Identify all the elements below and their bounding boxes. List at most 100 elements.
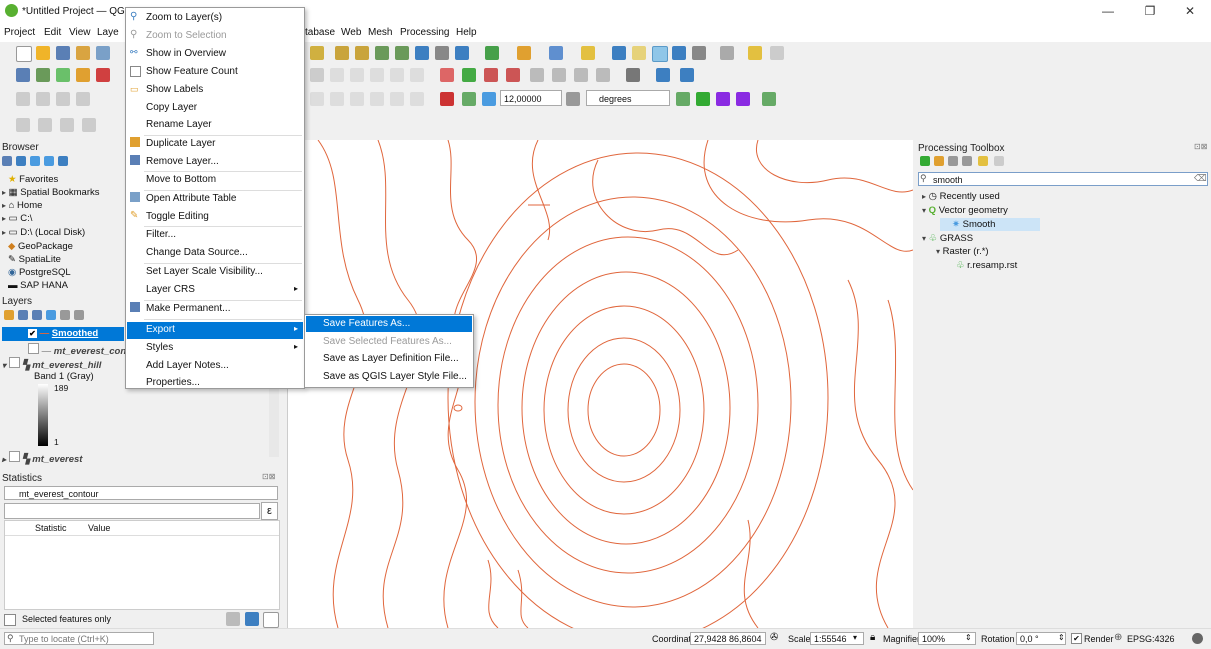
shape-tool-icon-6[interactable] xyxy=(410,92,424,106)
save-project-icon[interactable] xyxy=(56,46,70,60)
attribute-table-icon[interactable] xyxy=(581,46,595,60)
clear-search-icon[interactable]: ⌫ xyxy=(1194,173,1207,184)
identify-icon[interactable] xyxy=(612,46,626,60)
style-manager-icon[interactable] xyxy=(4,310,14,320)
tree-vector-geometry[interactable]: ▾ Q Vector geometry xyxy=(922,205,1008,216)
tracing-icon[interactable] xyxy=(676,92,690,106)
plugin-icon-2[interactable] xyxy=(680,68,694,82)
filter-browser-icon[interactable] xyxy=(30,156,40,166)
shape-tool-icon-1[interactable] xyxy=(310,92,324,106)
selected-only-checkbox[interactable] xyxy=(4,614,16,626)
layer-mt-everest[interactable]: ▸ ▚ mt_everest xyxy=(2,451,82,465)
refresh-icon[interactable] xyxy=(455,46,469,60)
offset-icon[interactable] xyxy=(762,92,776,106)
maximize-button[interactable]: ❐ xyxy=(1136,4,1164,20)
browser-item-spatialite[interactable]: ✎ SpatiaLite xyxy=(8,254,61,265)
menu-layer[interactable]: Laye xyxy=(97,27,119,38)
menu-show-in-overview[interactable]: Show in Overview xyxy=(146,48,226,59)
statistics-icon[interactable] xyxy=(672,46,686,60)
menu-layer-crs[interactable]: Layer CRS xyxy=(146,284,195,295)
layout-manager-icon[interactable] xyxy=(96,46,110,60)
menu-remove-layer[interactable]: Remove Layer... xyxy=(146,156,219,167)
browser-item-c-drive[interactable]: ▸ ▭ C:\ xyxy=(2,213,32,224)
zoom-last-icon[interactable] xyxy=(415,46,429,60)
new-print-layout-icon[interactable] xyxy=(76,46,90,60)
menu-copy-layer[interactable]: Copy Layer xyxy=(146,102,197,113)
checkbox-unchecked-icon[interactable] xyxy=(8,451,20,462)
advanced-digitize-icon-2[interactable] xyxy=(36,92,50,106)
select-features-icon[interactable] xyxy=(485,46,499,60)
layer-smoothed[interactable]: ✔ — Smoothed xyxy=(28,328,98,339)
results-viewer-icon[interactable] xyxy=(962,156,972,166)
label-tool-4-icon[interactable] xyxy=(506,68,520,82)
label-tool-3-icon[interactable] xyxy=(484,68,498,82)
locate-search-input[interactable]: Type to locate (Ctrl+K) xyxy=(4,632,154,645)
more-options-icon[interactable] xyxy=(263,612,279,628)
shape-tool-icon-3[interactable] xyxy=(350,92,364,106)
menu-mesh[interactable]: Mesh xyxy=(368,27,392,38)
checkbox-unchecked-icon[interactable] xyxy=(8,357,20,368)
angle-unit-select[interactable]: degrees xyxy=(586,90,670,106)
clear-angle-icon[interactable] xyxy=(566,92,580,106)
refresh-statistics-icon[interactable] xyxy=(245,612,259,626)
label-tool-6-icon[interactable] xyxy=(552,68,566,82)
add-group-icon[interactable] xyxy=(18,310,28,320)
zoom-to-layer-icon[interactable] xyxy=(395,46,409,60)
tree-grass[interactable]: ▾ ♧ GRASS xyxy=(922,233,973,244)
menu-make-permanent[interactable]: Make Permanent... xyxy=(146,303,230,314)
panel-close-icon[interactable]: ⊡⊠ xyxy=(1194,142,1207,151)
new-project-icon[interactable] xyxy=(16,46,32,62)
digitize-icon-4[interactable] xyxy=(370,68,384,82)
menu-zoom-to-selection[interactable]: Zoom to Selection xyxy=(146,30,227,41)
lock-icon[interactable]: 🔒︎ xyxy=(870,632,875,643)
data-source-manager-icon[interactable] xyxy=(16,68,30,82)
attributes-icon[interactable] xyxy=(692,46,706,60)
text-annotation-icon[interactable] xyxy=(770,46,784,60)
tree-r-resamp-rst[interactable]: ♧ r.resamp.rst xyxy=(956,260,1017,271)
checkbox-unchecked-icon[interactable] xyxy=(130,66,141,77)
history-icon[interactable] xyxy=(948,156,958,166)
label-tool-1-icon[interactable] xyxy=(440,68,454,82)
tree-raster[interactable]: ▾ Raster (r.*) xyxy=(936,246,989,257)
copy-statistics-icon[interactable] xyxy=(226,612,240,626)
digitize-icon-3[interactable] xyxy=(350,68,364,82)
label-tool-2-icon[interactable] xyxy=(462,68,476,82)
collapse-all-layers-icon[interactable] xyxy=(74,310,84,320)
add-selected-icon[interactable] xyxy=(2,156,12,166)
menu-add-layer-notes[interactable]: Add Layer Notes... xyxy=(146,360,229,371)
filter-legend-icon[interactable] xyxy=(46,310,56,320)
angle-input[interactable]: 12,00000 xyxy=(500,90,562,106)
measure-icon[interactable] xyxy=(720,46,734,60)
expand-all-icon[interactable] xyxy=(60,310,70,320)
menu-properties[interactable]: Properties... xyxy=(146,377,200,388)
advanced-digitize-icon-3[interactable] xyxy=(56,92,70,106)
open-project-icon[interactable] xyxy=(36,46,50,60)
processing-search-input[interactable]: smooth xyxy=(918,172,1208,186)
collapse-all-icon[interactable] xyxy=(44,156,54,166)
options-icon[interactable] xyxy=(994,156,1004,166)
new-bookmark-icon[interactable] xyxy=(435,46,449,60)
advanced-digitize-icon-1[interactable] xyxy=(16,92,30,106)
digitize-icon-2[interactable] xyxy=(330,68,344,82)
menu-web[interactable]: Web xyxy=(341,27,361,38)
add-vector-layer-icon[interactable] xyxy=(36,68,50,82)
shape-tool-icon-2[interactable] xyxy=(330,92,344,106)
spinner-icon[interactable]: ⇕ xyxy=(1058,633,1065,642)
snap-to-grid-icon[interactable] xyxy=(482,92,496,106)
layer-mt-everest-hillshade[interactable]: ▾ ▚ mt_everest_hill xyxy=(2,357,101,371)
chevron-down-icon[interactable]: ▾ xyxy=(2,361,6,370)
browser-item-d-drive[interactable]: ▸ ▭ D:\ (Local Disk) xyxy=(2,227,85,238)
edit-features-in-place-icon[interactable] xyxy=(978,156,988,166)
redo-icon[interactable] xyxy=(410,68,424,82)
add-mesh-layer-icon[interactable] xyxy=(76,68,90,82)
browser-item-postgresql[interactable]: ◉ PostgreSQL xyxy=(8,267,71,278)
snapping-icon[interactable] xyxy=(440,92,454,106)
layer-mt-everest-contour[interactable]: — mt_everest_con xyxy=(28,343,126,357)
coordinate-field[interactable]: 27,9428 86,8604 xyxy=(690,632,766,645)
menu-move-to-bottom[interactable]: Move to Bottom xyxy=(146,174,216,185)
browser-item-bookmarks[interactable]: ▸ ▦ Spatial Bookmarks xyxy=(2,187,99,198)
render-checkbox[interactable]: ✔ xyxy=(1071,633,1082,644)
undo-icon[interactable] xyxy=(390,68,404,82)
menu-duplicate-layer[interactable]: Duplicate Layer xyxy=(146,138,215,149)
map-tips-icon[interactable] xyxy=(748,46,762,60)
